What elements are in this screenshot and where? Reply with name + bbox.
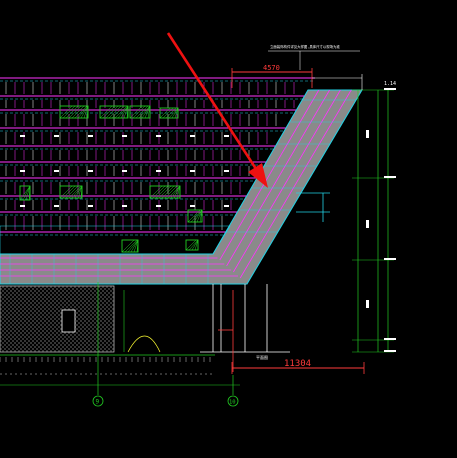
level-mark (190, 205, 195, 207)
level-label (384, 338, 396, 340)
level-mark (54, 205, 59, 207)
level-mark (88, 135, 93, 137)
dim-text (366, 220, 369, 228)
level-label (384, 88, 396, 90)
level-mark (88, 205, 93, 207)
bottom-dimension-value: 11304 (284, 359, 311, 369)
level-mark (122, 135, 127, 137)
level-label (384, 176, 396, 178)
level-mark (224, 135, 229, 137)
header-note: 立面装饰构件详见大样图,具体尺寸以现场为准 (270, 44, 340, 49)
level-mark (20, 205, 25, 207)
level-mark (20, 135, 25, 137)
level-mark (156, 135, 161, 137)
dim-text (366, 130, 369, 138)
level-label (384, 258, 396, 260)
level-mark (156, 170, 161, 172)
top-dimension-value: 4570 (263, 64, 280, 72)
level-mark (190, 135, 195, 137)
door-opening (61, 309, 76, 333)
right-top-dimension: 1.14 (384, 81, 396, 87)
level-mark (54, 135, 59, 137)
level-mark (190, 170, 195, 172)
level-mark (122, 205, 127, 207)
level-mark (224, 205, 229, 207)
level-mark (224, 170, 229, 172)
axis-label-right: 10 (229, 400, 236, 406)
level-mark (156, 205, 161, 207)
level-mark (20, 170, 25, 172)
level-mark (88, 170, 93, 172)
level-mark (122, 170, 127, 172)
level-mark (54, 170, 59, 172)
cad-elevation-drawing: 4570 1.14 立面装饰构件详见大样图,具体尺寸以现场为准 11304 平面… (0, 0, 457, 458)
dim-text (366, 300, 369, 308)
right-annotation: 平面图 (256, 354, 268, 360)
level-label (384, 350, 396, 352)
axis-label-left: 9 (96, 399, 100, 406)
